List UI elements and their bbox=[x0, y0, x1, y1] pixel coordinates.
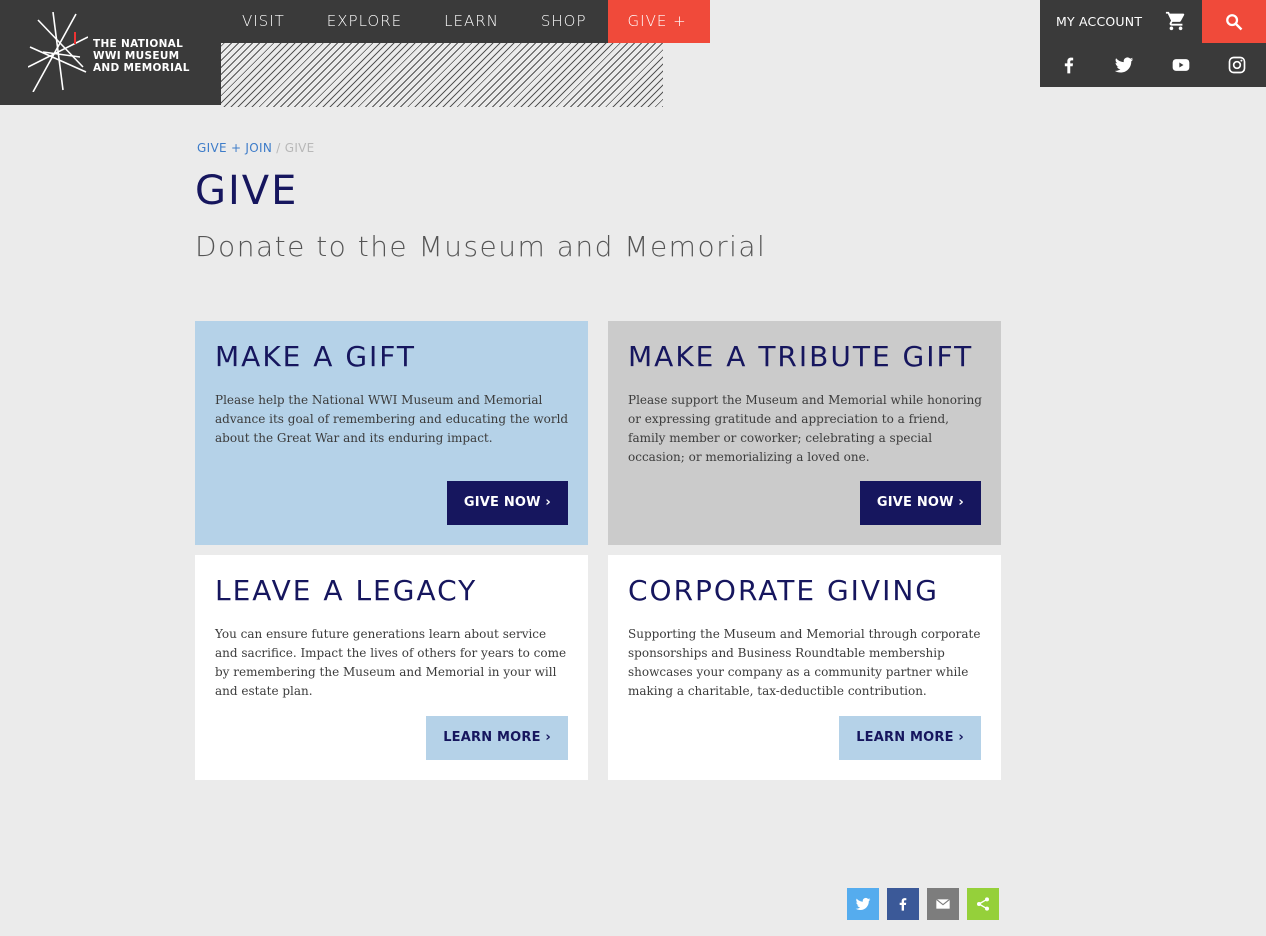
share-icon bbox=[977, 897, 989, 911]
utility-bar: MY ACCOUNT bbox=[1040, 0, 1266, 87]
learn-more-button[interactable]: LEARN MORE › bbox=[839, 716, 981, 760]
logo-line-2: WWI MUSEUM bbox=[93, 50, 180, 62]
card-title: MAKE A TRIBUTE GIFT bbox=[628, 340, 974, 373]
breadcrumb-give-join[interactable]: GIVE + JOIN bbox=[197, 141, 272, 155]
give-now-button[interactable]: GIVE NOW › bbox=[859, 481, 981, 525]
share-button[interactable] bbox=[967, 888, 999, 920]
decorative-hatch bbox=[221, 43, 663, 107]
email-share-button[interactable] bbox=[927, 888, 959, 920]
main-nav: VISIT EXPLORE LEARN SHOP GIVE + JOIN bbox=[221, 0, 710, 73]
card-title: LEAVE A LEGACY bbox=[215, 574, 478, 607]
card-tribute-gift: MAKE A TRIBUTE GIFT Please support the M… bbox=[608, 321, 1001, 545]
card-corporate-giving: CORPORATE GIVING Supporting the Museum a… bbox=[608, 555, 1001, 780]
cart-icon[interactable] bbox=[1165, 10, 1187, 32]
page-title: GIVE bbox=[195, 168, 299, 214]
breadcrumb: GIVE + JOIN / GIVE bbox=[197, 141, 315, 155]
logo-text: THE NATIONAL WWI MUSEUM AND MEMORIAL bbox=[93, 38, 190, 74]
nav-give-join[interactable]: GIVE + JOIN bbox=[607, 0, 710, 73]
email-share-icon bbox=[935, 898, 951, 909]
page-subtitle: Donate to the Museum and Memorial bbox=[195, 230, 767, 263]
nav-explore[interactable]: EXPLORE bbox=[306, 0, 423, 43]
nav-shop[interactable]: SHOP bbox=[520, 0, 608, 43]
youtube-icon[interactable] bbox=[1171, 55, 1191, 75]
site-logo[interactable]: THE NATIONAL WWI MUSEUM AND MEMORIAL bbox=[0, 0, 221, 105]
logo-line-1: THE NATIONAL bbox=[93, 38, 184, 50]
card-leave-a-legacy: LEAVE A LEGACY You can ensure future gen… bbox=[195, 555, 588, 780]
learn-more-button[interactable]: LEARN MORE › bbox=[426, 716, 568, 760]
logo-mark-icon bbox=[28, 12, 88, 92]
card-text: Supporting the Museum and Memorial throu… bbox=[628, 627, 981, 698]
instagram-icon[interactable] bbox=[1227, 55, 1247, 75]
card-text: You can ensure future generations learn … bbox=[215, 627, 567, 698]
breadcrumb-current: GIVE bbox=[284, 141, 315, 155]
facebook-share-button[interactable] bbox=[887, 888, 919, 920]
breadcrumb-separator: / bbox=[276, 141, 281, 155]
search-button[interactable] bbox=[1202, 0, 1266, 43]
logo-line-3: AND MEMORIAL bbox=[93, 62, 190, 74]
twitter-share-icon bbox=[855, 897, 871, 910]
search-icon bbox=[1226, 14, 1243, 31]
card-title: CORPORATE GIVING bbox=[628, 574, 939, 607]
card-make-a-gift: MAKE A GIFT Please help the National WWI… bbox=[195, 321, 588, 545]
my-account-link[interactable]: MY ACCOUNT bbox=[1056, 0, 1142, 43]
give-now-button[interactable]: GIVE NOW › bbox=[446, 481, 568, 525]
facebook-share-icon bbox=[899, 898, 907, 911]
twitter-share-button[interactable] bbox=[847, 888, 879, 920]
twitter-icon[interactable] bbox=[1114, 55, 1134, 75]
card-title: MAKE A GIFT bbox=[215, 340, 416, 373]
nav-visit[interactable]: VISIT bbox=[221, 0, 306, 43]
card-text: Please help the National WWI Museum and … bbox=[215, 393, 569, 445]
card-text: Please support the Museum and Memorial w… bbox=[628, 393, 982, 464]
facebook-icon[interactable] bbox=[1059, 55, 1079, 75]
nav-learn[interactable]: LEARN bbox=[423, 0, 520, 43]
